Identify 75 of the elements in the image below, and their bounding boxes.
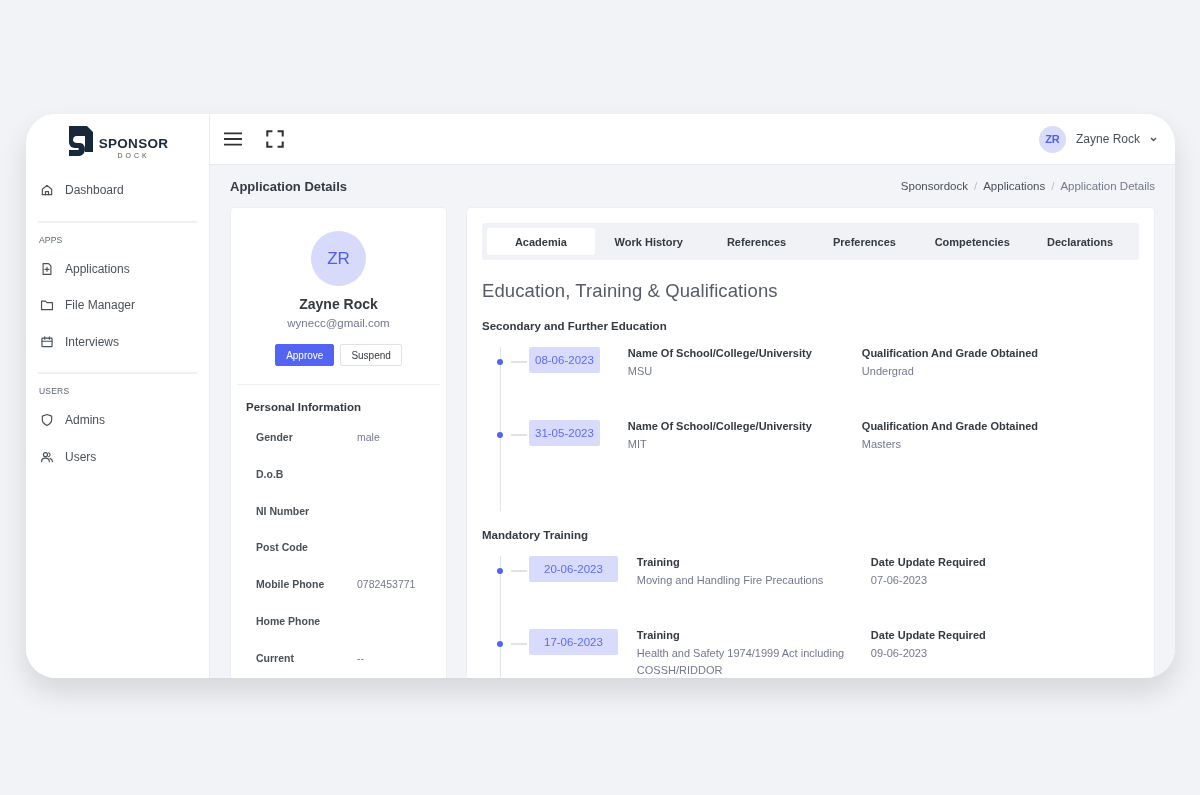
date-badge: 31-05-2023 <box>529 420 600 446</box>
profile-name: Zayne Rock <box>299 296 378 312</box>
date-badge: 08-06-2023 <box>529 347 600 373</box>
breadcrumb-link[interactable]: Applications <box>983 180 1046 192</box>
profile-avatar: ZR <box>311 231 366 286</box>
field-label: Mobile Phone <box>256 578 326 591</box>
breadcrumb-link[interactable]: Application Details <box>1060 180 1155 192</box>
chevron-down-icon <box>1150 136 1157 142</box>
timeline-dot <box>497 641 503 647</box>
field-label: Home Phone <box>256 615 322 627</box>
sidebar-item[interactable]: Users <box>38 438 197 475</box>
field-label: Current <box>256 651 295 664</box>
logo-name: SPONSOR <box>98 137 169 151</box>
folder-icon <box>40 298 54 313</box>
sidebar-item[interactable]: File Manager <box>38 287 197 324</box>
field-label: D.o.B <box>256 467 285 480</box>
entry-label: Training <box>636 629 681 641</box>
sidebar-item[interactable]: Dashboard <box>26 172 209 209</box>
calendar-icon <box>40 334 54 349</box>
group-title: Mandatory Training <box>482 529 590 541</box>
field-label: NI Number <box>256 504 311 517</box>
tab[interactable]: Competencies <box>918 228 1027 255</box>
entry-value: Health and Safety 1974/1999 Act including COSSH/RIDDOR <box>636 646 846 678</box>
group-title: Secondary and Further Education <box>482 320 668 332</box>
timeline-dot <box>497 432 503 438</box>
page-title: Application Details <box>230 178 348 194</box>
field-label: Post Code <box>256 541 309 554</box>
entry-label: Qualification And Grade Obtained <box>861 420 1039 432</box>
timeline-dot <box>497 359 503 365</box>
sidebar-section-heading: APPS <box>38 234 64 247</box>
entry-value: Masters <box>861 437 902 452</box>
entry-value: 07-06-2023 <box>870 573 929 588</box>
fullscreen-icon[interactable] <box>266 130 284 148</box>
user-avatar: ZR <box>1038 125 1066 153</box>
sidebar-item[interactable]: Admins <box>38 402 197 439</box>
menu-icon[interactable] <box>224 130 242 148</box>
sidebar-section-heading: USERS <box>38 386 71 398</box>
tab[interactable]: References <box>702 228 811 255</box>
user-menu[interactable]: ZR Zayne Rock <box>1038 125 1157 153</box>
entry-value: 09-06-2023 <box>870 646 929 661</box>
home-icon <box>40 183 54 198</box>
profile-email: wynecc@gmail.com <box>287 317 390 329</box>
suspend-button[interactable]: Suspend <box>340 344 402 366</box>
field-label: Gender <box>256 431 294 443</box>
entry-label: Date Update Required <box>870 629 986 641</box>
breadcrumb-link[interactable]: Sponsordock <box>900 180 968 192</box>
approve-button[interactable]: Approve <box>275 344 335 366</box>
entry-label: Name Of School/College/University <box>627 347 813 359</box>
date-badge: 20-06-2023 <box>529 556 618 582</box>
entry-value: Undergrad <box>861 364 915 379</box>
entry-label: Date Update Required <box>870 556 986 568</box>
tab[interactable]: Academia <box>487 228 595 255</box>
shield-icon <box>40 413 54 428</box>
tab[interactable]: Work History <box>594 228 703 255</box>
breadcrumb-separator: / <box>973 180 978 192</box>
entry-label: Qualification And Grade Obtained <box>861 347 1039 359</box>
file-icon <box>40 261 54 276</box>
entry-label: Name Of School/College/University <box>627 420 813 432</box>
breadcrumb-separator: / <box>1051 180 1055 192</box>
entry-label: Training <box>636 556 681 568</box>
tab[interactable]: Declarations <box>1026 228 1134 255</box>
users-icon <box>40 449 54 464</box>
section-heading: Education, Training & Qualifications <box>482 280 779 302</box>
date-badge: 17-06-2023 <box>529 629 618 655</box>
sidebar-item[interactable]: Applications <box>38 250 197 287</box>
entry-value: Moving and Handling Fire Precautions <box>636 573 825 588</box>
entry-value: MIT <box>627 437 648 452</box>
tab[interactable]: Preferences <box>810 228 919 255</box>
field-value: -- <box>357 651 364 664</box>
timeline-dot <box>497 568 503 574</box>
field-value: 0782453771 <box>357 578 416 591</box>
field-value: male <box>357 431 380 443</box>
section-title: Personal Information <box>245 400 363 415</box>
sidebar-item[interactable]: Interviews <box>38 323 197 360</box>
entry-value: MSU <box>627 364 654 379</box>
